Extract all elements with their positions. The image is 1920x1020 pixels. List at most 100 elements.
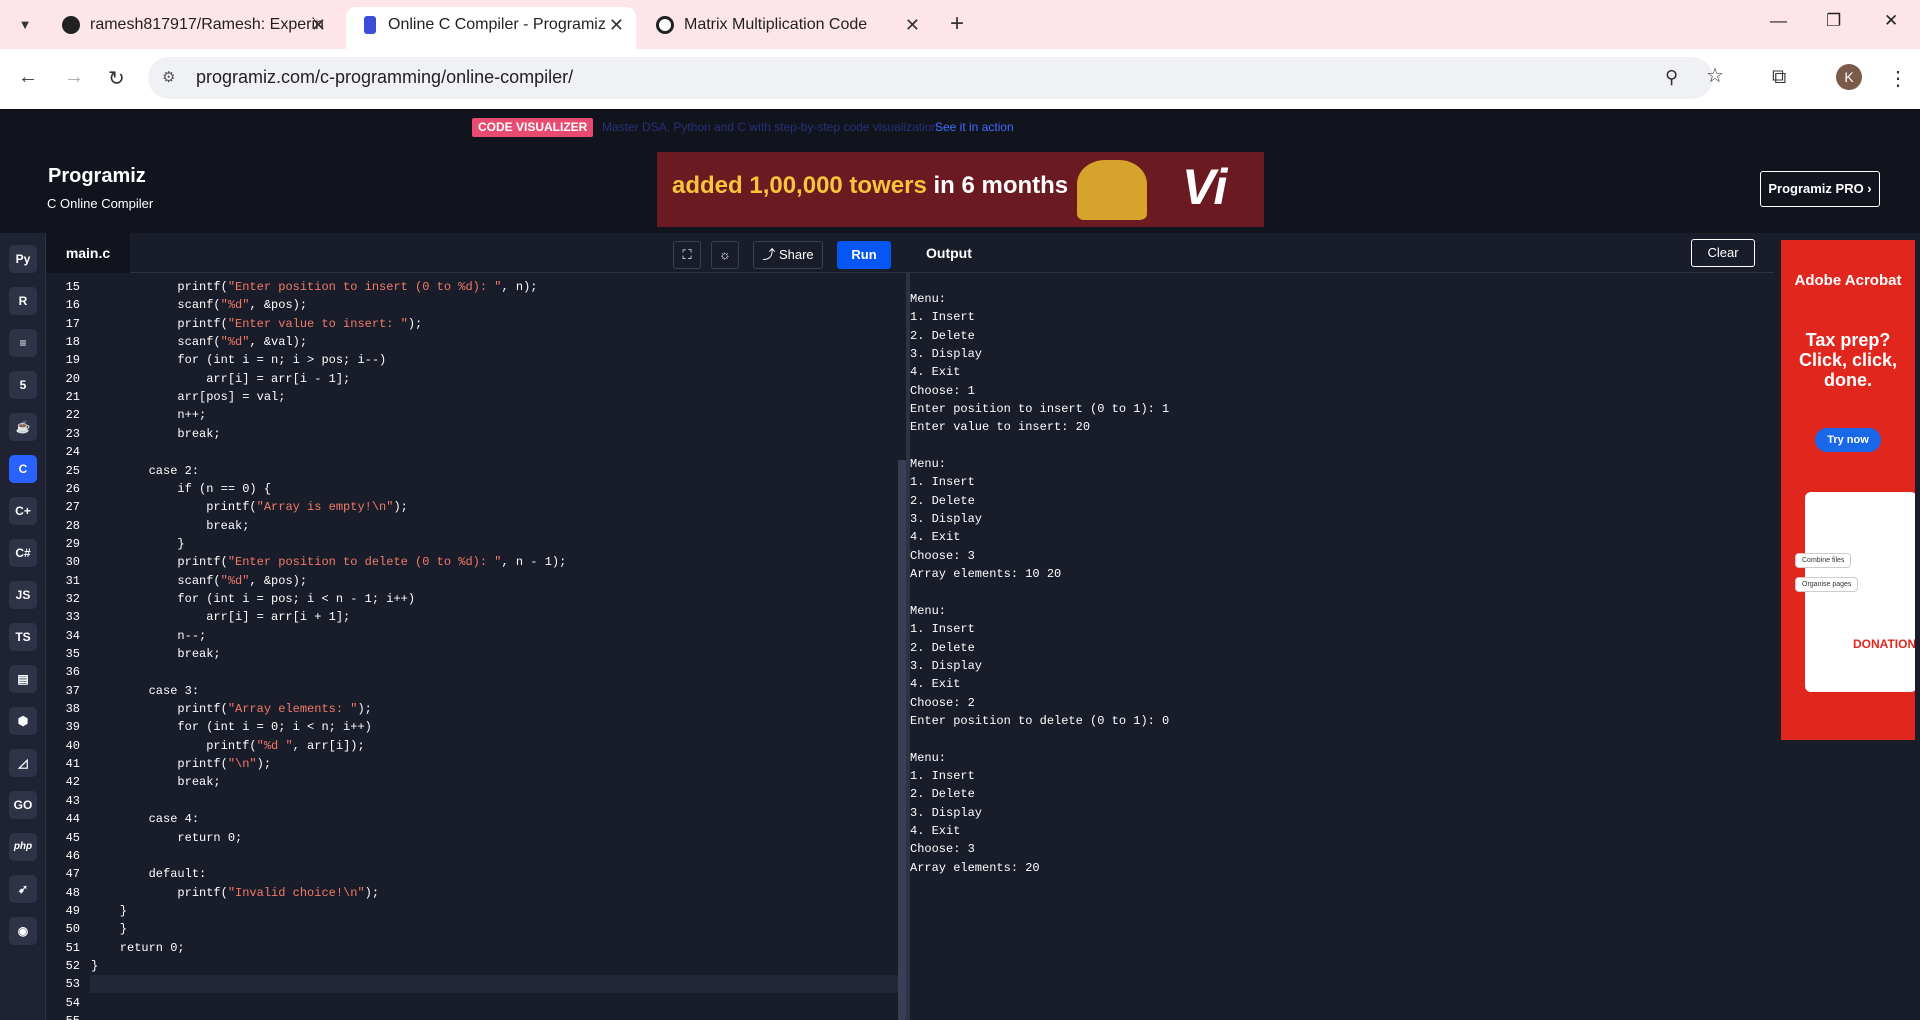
code-line[interactable]: case 2: (91, 464, 199, 478)
code-line[interactable]: for (int i = pos; i < n - 1; i++) (91, 592, 415, 606)
theme-toggle-icon[interactable]: ☼ (711, 241, 739, 269)
close-icon[interactable]: ✕ (609, 7, 624, 43)
editor-scrollbar[interactable] (898, 460, 906, 1020)
promo-link[interactable]: See it in action (935, 120, 1014, 134)
go-icon[interactable]: GO (9, 791, 37, 819)
code-line[interactable]: case 4: (91, 812, 199, 826)
code-line[interactable]: printf("Invalid choice!\n"); (91, 886, 379, 900)
window-close-icon[interactable]: ✕ (1884, 11, 1898, 31)
code-line[interactable]: arr[pos] = val; (91, 390, 285, 404)
line-number: 36 (65, 665, 80, 680)
python-icon[interactable]: Py (9, 245, 37, 273)
scala-icon[interactable]: ◿ (9, 749, 37, 777)
run-button[interactable]: Run (837, 241, 891, 269)
line-number: 18 (65, 335, 80, 350)
code-line[interactable]: arr[i] = arr[i + 1]; (91, 610, 350, 624)
tab-github[interactable]: ramesh817917/Ramesh: Experin ✕ (48, 7, 338, 49)
tab-programiz[interactable]: Online C Compiler - Programiz ✕ (346, 7, 636, 49)
code-line[interactable]: printf("Enter position to insert (0 to %… (91, 280, 537, 294)
close-icon[interactable]: ✕ (905, 7, 920, 43)
line-number: 53 (65, 977, 80, 992)
code-line[interactable]: case 3: (91, 684, 199, 698)
output-title: Output (926, 245, 972, 261)
clear-button[interactable]: Clear (1691, 239, 1755, 267)
code-line[interactable]: break; (91, 647, 220, 661)
browser-menu-icon[interactable]: ⋮ (1888, 66, 1908, 91)
tab-chatgpt[interactable]: Matrix Multiplication Code ✕ (642, 7, 932, 49)
code-line[interactable]: } (91, 922, 127, 936)
kotlin-icon[interactable]: ⬢ (9, 707, 37, 735)
code-line[interactable]: default: (91, 867, 207, 881)
code-line[interactable]: if (n == 0) { (91, 482, 271, 496)
forward-arrow-icon[interactable]: → (64, 66, 84, 89)
line-number: 28 (65, 518, 80, 533)
new-tab-plus-icon[interactable]: + (950, 10, 964, 38)
site-info-icon[interactable]: ⚙ (162, 68, 175, 86)
r-icon[interactable]: R (9, 287, 37, 315)
code-line[interactable]: } (91, 904, 127, 918)
code-visualizer-badge[interactable]: CODE VISUALIZER (472, 118, 594, 137)
code-line[interactable]: break; (91, 427, 220, 441)
html-icon[interactable]: 5 (9, 371, 37, 399)
code-line[interactable]: printf("Enter value to insert: "); (91, 317, 422, 331)
swift-icon[interactable]: ➹ (9, 875, 37, 903)
code-line[interactable]: scanf("%d", &pos); (91, 298, 307, 312)
code-line[interactable]: n--; (91, 629, 206, 643)
address-bar-row: ← → ↻ ⚙ programiz.com/c-programming/onli… (0, 49, 1920, 109)
code-line[interactable]: for (int i = 0; i < n; i++) (91, 720, 371, 734)
code-line[interactable]: } (91, 537, 184, 551)
programiz-logo[interactable]: Programiz (48, 165, 146, 188)
code-line[interactable]: arr[i] = arr[i - 1]; (91, 372, 350, 386)
fullscreen-icon[interactable]: ⛶ (673, 241, 701, 269)
organise-pages-chip: Organise pages (1795, 577, 1859, 592)
output-console[interactable]: Menu: 1. Insert 2. Delete 3. Display 4. … (910, 290, 1770, 1020)
restore-icon[interactable]: ❐ (1826, 11, 1841, 31)
url-field[interactable]: ⚙ programiz.com/c-programming/online-com… (148, 57, 1713, 99)
dart-icon[interactable]: ◉ (9, 917, 37, 945)
code-line[interactable]: printf("\n"); (91, 757, 271, 771)
typescript-icon[interactable]: TS (9, 623, 37, 651)
bookmark-star-icon[interactable]: ☆ (1706, 63, 1724, 88)
extensions-icon[interactable]: ⧉ (1772, 66, 1786, 89)
javascript-icon[interactable]: JS (9, 581, 37, 609)
share-button[interactable]: ⤴ Share (753, 241, 823, 269)
code-line[interactable]: return 0; (91, 831, 242, 845)
code-line[interactable]: printf("Array is empty!\n"); (91, 500, 408, 514)
code-line[interactable]: printf("Enter position to delete (0 to %… (91, 555, 566, 569)
code-line[interactable]: printf("Array elements: "); (91, 702, 371, 716)
side-ad[interactable]: Adobe Acrobat Tax prep? Click, click, do… (1781, 240, 1915, 740)
csharp-icon[interactable]: C# (9, 539, 37, 567)
back-arrow-icon[interactable]: ← (18, 66, 38, 89)
profile-avatar[interactable]: K (1836, 64, 1862, 90)
line-number: 16 (65, 298, 80, 313)
php-icon[interactable]: php (9, 833, 37, 861)
code-line[interactable]: break; (91, 519, 249, 533)
programiz-pro-button[interactable]: Programiz PRO › (1760, 171, 1880, 207)
zoom-icon[interactable]: ⚲ (1665, 67, 1678, 88)
banner-ad[interactable]: added 1,00,000 towers in 6 months Vi (657, 152, 1264, 227)
tab-search-icon[interactable]: ▼ (12, 12, 38, 38)
code-line[interactable]: printf("%d ", arr[i]); (91, 739, 364, 753)
reload-icon[interactable]: ↻ (108, 66, 125, 91)
line-number: 25 (65, 463, 80, 478)
close-icon[interactable]: ✕ (311, 7, 326, 43)
cpp-icon[interactable]: C+ (9, 497, 37, 525)
code-line[interactable]: for (int i = n; i > pos; i--) (91, 353, 386, 367)
rust-icon[interactable]: ▤ (9, 665, 37, 693)
try-now-button[interactable]: Try now (1815, 428, 1881, 452)
code-line[interactable]: scanf("%d", &val); (91, 335, 307, 349)
c-icon[interactable]: C (9, 455, 37, 483)
line-number: 43 (65, 793, 80, 808)
code-line[interactable]: return 0; (91, 941, 185, 955)
code-line[interactable]: scanf("%d", &pos); (91, 574, 307, 588)
code-editor[interactable]: 15 printf("Enter position to insert (0 t… (46, 273, 906, 1020)
compiler-subtitle: C Online Compiler (47, 196, 154, 211)
chatgpt-icon (656, 16, 674, 34)
sql-icon[interactable]: ≡ (9, 329, 37, 357)
minimize-icon[interactable]: — (1770, 11, 1787, 31)
code-line[interactable]: break; (91, 775, 220, 789)
code-line[interactable]: n++; (91, 408, 206, 422)
code-line[interactable]: } (91, 959, 98, 973)
file-tab-main-c[interactable]: main.c (46, 233, 130, 273)
java-icon[interactable]: ☕ (9, 413, 37, 441)
